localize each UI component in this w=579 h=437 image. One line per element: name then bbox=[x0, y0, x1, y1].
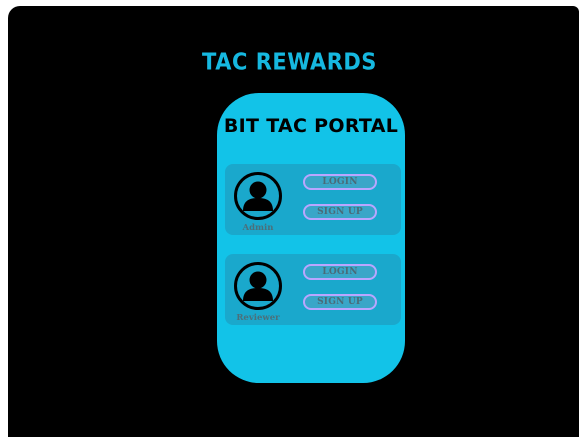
admin-login-button[interactable]: LOGIN bbox=[303, 174, 377, 190]
portal-title: BIT TAC PORTAL bbox=[223, 115, 399, 137]
reviewer-role-label: Reviewer bbox=[236, 313, 280, 323]
reviewer-panel: Reviewer LOGIN SIGN UP bbox=[225, 254, 401, 325]
reviewer-signup-button[interactable]: SIGN UP bbox=[303, 294, 377, 310]
user-avatar-icon bbox=[233, 261, 283, 311]
portal-card: BIT TAC PORTAL Admin LOGIN SIGN UP Revie… bbox=[217, 93, 405, 383]
user-avatar-icon bbox=[233, 171, 283, 221]
admin-panel: Admin LOGIN SIGN UP bbox=[225, 164, 401, 235]
admin-role-label: Admin bbox=[242, 223, 274, 233]
app-title: TAC REWARDS bbox=[202, 49, 377, 75]
reviewer-login-button[interactable]: LOGIN bbox=[303, 264, 377, 280]
admin-signup-button[interactable]: SIGN UP bbox=[303, 204, 377, 220]
